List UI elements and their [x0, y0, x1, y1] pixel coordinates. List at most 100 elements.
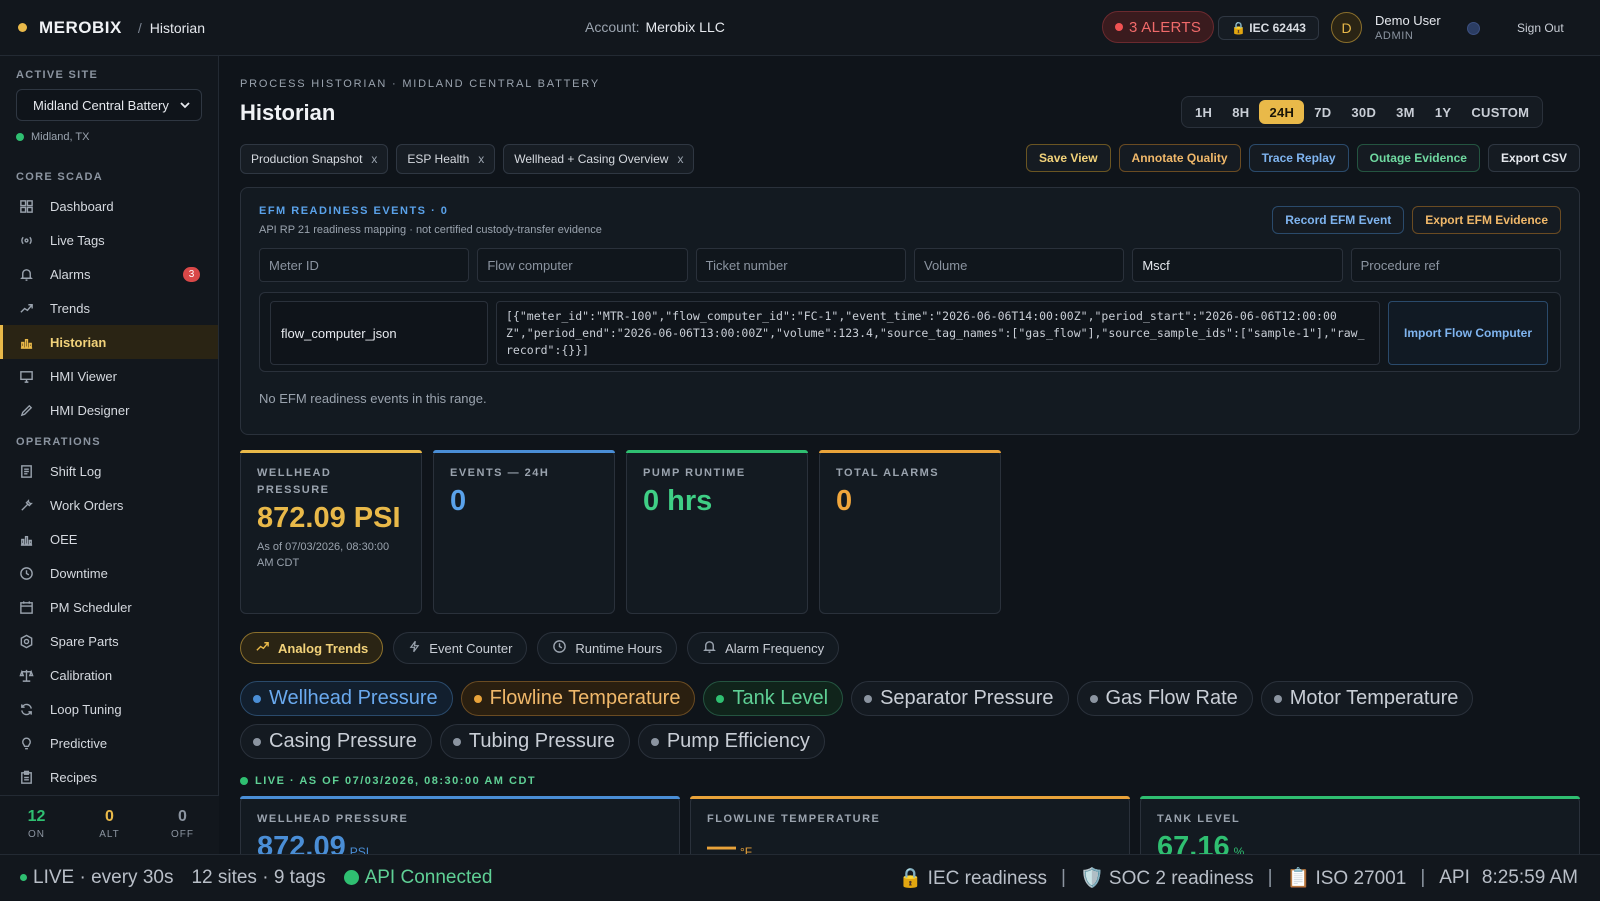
toolbar-actions: Save View Annotate Quality Trace Replay Out… — [1026, 144, 1580, 172]
range-30d[interactable]: 30D — [1341, 100, 1386, 124]
sidebar-item-predictive[interactable]: Predictive — [0, 726, 218, 760]
tag-card-flowline-temperature[interactable]: FLOWLINE TEMPERATURE — °F — [690, 796, 1130, 854]
range-24h[interactable]: 24H — [1259, 100, 1305, 124]
sidebar-item-label: Downtime — [50, 565, 108, 581]
user-info[interactable]: Demo User ADMIN — [1375, 13, 1441, 42]
kpi-row: WELLHEAD PRESSURE 872.09 PSI As of 07/03/2… — [240, 450, 1001, 614]
site-select-value: Midland Central Battery — [33, 97, 169, 113]
range-1y[interactable]: 1Y — [1425, 100, 1462, 124]
tab-alarm-frequency[interactable]: Alarm Frequency — [687, 632, 840, 664]
sidebar-item-shift-log[interactable]: Shift Log — [0, 454, 218, 488]
outage-evidence-button[interactable]: Outage Evidence — [1356, 144, 1480, 172]
iec-badge[interactable]: 🔒 IEC 62443 — [1218, 16, 1319, 40]
tab-event-counter[interactable]: Event Counter — [393, 632, 528, 664]
tag-card-wellhead-pressure[interactable]: WELLHEAD PRESSURE 872.09 PSI — [240, 796, 680, 854]
site-status-dot-icon — [16, 133, 24, 141]
efm-field-ticket-number[interactable]: Ticket number — [695, 248, 906, 282]
series-label: Tank Level — [732, 687, 829, 709]
series-chip-casing-pressure[interactable]: Casing Pressure — [240, 724, 432, 759]
close-icon[interactable]: x — [478, 152, 484, 166]
kpi-value: 0 — [836, 485, 853, 517]
clock-icon — [552, 639, 567, 657]
close-icon[interactable]: x — [677, 152, 683, 166]
sidebar-item-oee[interactable]: OEE — [0, 522, 218, 556]
efm-panel: EFM READINESS EVENTS · 0 API RP 21 readi… — [240, 187, 1580, 435]
wrench-icon — [18, 497, 34, 513]
import-json-textarea[interactable]: [{"meter_id":"MTR-100","flow_computer_id… — [496, 301, 1380, 365]
tag-cards: WELLHEAD PRESSURE 872.09 PSI FLOWLINE TEMPE… — [240, 796, 1580, 854]
import-flow-computer-button[interactable]: Import Flow Computer — [1388, 301, 1548, 365]
sidebar-item-spare-parts[interactable]: Spare Parts — [0, 624, 218, 658]
sidebar-item-dashboard[interactable]: Dashboard — [0, 189, 218, 223]
efm-field-volume[interactable]: Volume — [913, 248, 1125, 282]
series-chip-flowline-temperature[interactable]: Flowline Temperature — [460, 681, 696, 716]
alerts-button[interactable]: 3 ALERTS — [1102, 11, 1215, 43]
range-custom[interactable]: CUSTOM — [1461, 100, 1539, 124]
footer-soc: 🛡️ SOC 2 readiness — [1079, 868, 1254, 889]
series-chip-motor-temperature[interactable]: Motor Temperature — [1260, 681, 1474, 716]
range-8h[interactable]: 8H — [1222, 100, 1259, 124]
sidebar-stats: 12 ON 0 ALT 0 OFF — [0, 795, 219, 854]
sidebar-item-pm-scheduler[interactable]: PM Scheduler — [0, 590, 218, 624]
view-chip-production-snapshot[interactable]: Production Snapshot x — [240, 144, 389, 174]
time-range-selector: 1H 8H 24H 7D 30D 3M 1Y CUSTOM — [1181, 96, 1544, 128]
theme-toggle-icon[interactable] — [1467, 22, 1480, 35]
view-chip-wellhead-casing-overview[interactable]: Wellhead + Casing Overview x — [503, 144, 695, 174]
kpi-label: TOTAL ALARMS — [836, 467, 940, 479]
sidebar-item-label: Shift Log — [50, 463, 102, 479]
sidebar-item-label: Recipes — [50, 769, 97, 785]
avatar[interactable]: D — [1331, 12, 1362, 43]
sidebar-item-hmi-viewer[interactable]: HMI Viewer — [0, 359, 218, 393]
operations-label: OPERATIONS — [16, 436, 101, 448]
export-csv-button[interactable]: Export CSV — [1487, 144, 1580, 172]
series-chip-tubing-pressure[interactable]: Tubing Pressure — [439, 724, 630, 759]
range-7d[interactable]: 7D — [1304, 100, 1341, 124]
annotate-quality-button[interactable]: Annotate Quality — [1118, 144, 1241, 172]
site-select[interactable]: Midland Central Battery — [16, 89, 202, 121]
sidebar-item-live-tags[interactable]: Live Tags — [0, 223, 218, 257]
sidebar-item-label: Spare Parts — [50, 633, 119, 649]
export-efm-evidence-button[interactable]: Export EFM Evidence — [1412, 206, 1561, 234]
sidebar-item-work-orders[interactable]: Work Orders — [0, 488, 218, 522]
sidebar-item-loop-tuning[interactable]: Loop Tuning — [0, 692, 218, 726]
efm-field-procedure-ref[interactable]: Procedure ref — [1350, 248, 1561, 282]
sidebar-item-calibration[interactable]: Calibration — [0, 658, 218, 692]
close-icon[interactable]: x — [371, 152, 377, 166]
range-1h[interactable]: 1H — [1185, 100, 1222, 124]
tab-runtime-hours[interactable]: Runtime Hours — [537, 632, 678, 664]
brand-logo[interactable]: MEROBIX — [39, 18, 122, 38]
series-label: Wellhead Pressure — [269, 687, 438, 709]
range-3m[interactable]: 3M — [1386, 100, 1425, 124]
sidebar-item-historian[interactable]: Historian — [0, 325, 218, 359]
stat-alt-value: 0 — [105, 808, 114, 825]
series-chip-gas-flow-rate[interactable]: Gas Flow Rate — [1076, 681, 1253, 716]
series-chip-pump-efficiency[interactable]: Pump Efficiency — [637, 724, 825, 759]
scale-icon — [18, 667, 34, 683]
kpi-card-wellhead-pressure: WELLHEAD PRESSURE 872.09 PSI As of 07/03/2… — [240, 450, 422, 614]
import-type-select[interactable]: flow_computer_json — [270, 301, 488, 365]
sidebar-item-downtime[interactable]: Downtime — [0, 556, 218, 590]
series-chip-separator-pressure[interactable]: Separator Pressure — [851, 681, 1069, 716]
trace-replay-button[interactable]: Trace Replay — [1248, 144, 1349, 172]
series-label: Tubing Pressure — [468, 730, 615, 752]
tag-card-tank-level[interactable]: TANK LEVEL 67.16% — [1140, 796, 1580, 854]
live-text: LIVE · AS OF 07/03/2026, 08:30:00 AM CDT — [255, 775, 537, 787]
efm-field-unit[interactable]: Mscf — [1132, 248, 1343, 282]
trend-icon — [255, 639, 270, 657]
tag-card-unit: °F — [740, 845, 753, 854]
record-efm-event-button[interactable]: Record EFM Event — [1272, 206, 1405, 234]
series-chip-wellhead-pressure[interactable]: Wellhead Pressure — [240, 681, 453, 716]
sidebar-item-trends[interactable]: Trends — [0, 291, 218, 325]
tab-analog-trends[interactable]: Analog Trends — [240, 632, 384, 664]
account-name[interactable]: Merobix LLC — [645, 19, 724, 35]
stat-alt: 0 ALT — [73, 796, 146, 854]
efm-field-flow-computer[interactable]: Flow computer — [477, 248, 688, 282]
sidebar-item-alarms[interactable]: Alarms 3 — [0, 257, 218, 291]
sidebar-item-recipes[interactable]: Recipes — [0, 760, 218, 794]
save-view-button[interactable]: Save View — [1026, 144, 1111, 172]
sign-out-button[interactable]: Sign Out — [1517, 21, 1564, 35]
sidebar-item-hmi-designer[interactable]: HMI Designer — [0, 393, 218, 427]
view-chip-esp-health[interactable]: ESP Health x — [396, 144, 496, 174]
series-chip-tank-level[interactable]: Tank Level — [703, 681, 844, 716]
efm-field-meter-id[interactable]: Meter ID — [259, 248, 470, 282]
